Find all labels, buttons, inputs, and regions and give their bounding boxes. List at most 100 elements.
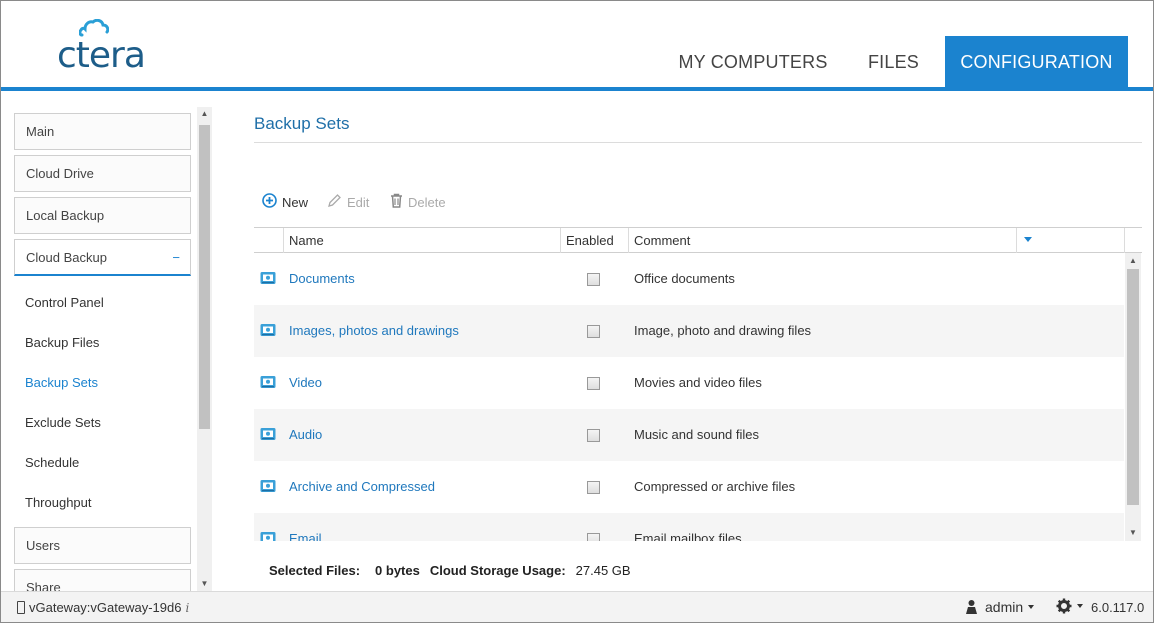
- edit-label: Edit: [347, 194, 370, 210]
- scroll-up-arrow-icon[interactable]: ▲: [197, 107, 212, 121]
- table-row[interactable]: Archive and Compressed Compressed or arch…: [254, 461, 1124, 513]
- cloud-storage-usage-value: 27.45 GB: [575, 563, 631, 578]
- app-window: ctera MY COMPUTERS FILES CONFIGURATION M…: [0, 0, 1154, 623]
- sidebar-item-label: Local Backup: [26, 208, 105, 223]
- ctera-logo: ctera: [53, 17, 163, 77]
- backup-set-comment: Email mailbox files: [634, 531, 742, 541]
- backup-set-comment: Compressed or archive files: [634, 479, 796, 494]
- sidebar-item-cloud-drive[interactable]: Cloud Drive: [14, 155, 191, 192]
- backup-set-icon: [260, 271, 276, 288]
- backup-set-name-link[interactable]: Documents: [289, 271, 355, 286]
- backup-set-icon: [260, 375, 276, 392]
- chevron-down-icon: [1028, 605, 1035, 609]
- scroll-up-arrow-icon[interactable]: ▲: [1125, 254, 1141, 268]
- enabled-checkbox[interactable]: [587, 533, 600, 541]
- enabled-checkbox[interactable]: [587, 429, 600, 442]
- sidebar-item-label: Share: [26, 580, 61, 591]
- sidebar-item-main[interactable]: Main: [14, 113, 191, 150]
- sidebar-subitem-exclude-sets[interactable]: Exclude Sets: [25, 415, 101, 430]
- tab-my-computers[interactable]: MY COMPUTERS: [668, 36, 838, 88]
- sidebar-subitem-schedule[interactable]: Schedule: [25, 455, 79, 470]
- sidebar-subitem-backup-sets[interactable]: Backup Sets: [25, 375, 98, 390]
- cloud-storage-usage-label: Cloud Storage Usage:: [429, 563, 566, 578]
- tab-configuration[interactable]: CONFIGURATION: [945, 36, 1128, 88]
- table-row[interactable]: Video Movies and video files: [254, 357, 1124, 409]
- delete-label: Delete: [408, 194, 446, 210]
- sidebar-item-label: Cloud Backup: [26, 249, 107, 265]
- table-row[interactable]: Audio Music and sound files: [254, 409, 1124, 461]
- backup-set-name-link[interactable]: Images, photos and drawings: [289, 323, 459, 338]
- status-bar: vGateway:vGateway-19d6 i admin 6.0.117.0: [1, 591, 1153, 622]
- new-label: New: [282, 194, 309, 210]
- sidebar-item-label: Cloud Drive: [26, 166, 94, 181]
- page-title: Backup Sets: [254, 114, 350, 133]
- user-icon: [966, 600, 977, 614]
- column-menu-caret-icon[interactable]: [1024, 237, 1032, 242]
- logo-text: ctera: [57, 35, 146, 76]
- username: admin: [985, 599, 1024, 615]
- column-header-enabled[interactable]: Enabled: [560, 228, 628, 253]
- sidebar-subitem-throughput[interactable]: Throughput: [25, 495, 92, 510]
- sidebar-subitem-backup-files[interactable]: Backup Files: [25, 335, 99, 350]
- selected-files-value: 0 bytes: [375, 563, 420, 578]
- enabled-checkbox[interactable]: [587, 325, 600, 338]
- backup-set-icon: [260, 479, 276, 496]
- collapse-icon[interactable]: −: [172, 250, 180, 265]
- device-name: vGateway:vGateway-19d6: [29, 600, 182, 615]
- sidebar-item-local-backup[interactable]: Local Backup: [14, 197, 191, 234]
- table-row[interactable]: Images, photos and drawings Image, photo …: [254, 305, 1124, 357]
- sidebar-item-users[interactable]: Users: [14, 527, 191, 564]
- add-circle-icon: [262, 193, 277, 211]
- gear-icon: [1056, 598, 1072, 614]
- backup-set-name-link[interactable]: Archive and Compressed: [289, 479, 435, 494]
- backup-set-comment: Music and sound files: [634, 427, 760, 442]
- tab-files[interactable]: FILES: [846, 36, 941, 88]
- enabled-checkbox[interactable]: [587, 273, 600, 286]
- backup-set-comment: Image, photo and drawing files: [634, 323, 812, 338]
- backup-set-icon: [260, 427, 276, 444]
- backup-set-name-link[interactable]: Email: [289, 531, 322, 541]
- chevron-down-icon: [1077, 604, 1083, 608]
- sidebar-item-share[interactable]: Share: [14, 569, 191, 591]
- pencil-icon: [327, 193, 342, 211]
- info-icon[interactable]: i: [185, 601, 189, 615]
- device-info: vGateway:vGateway-19d6 i: [17, 600, 189, 615]
- sidebar-scrollbar-thumb[interactable]: [199, 125, 210, 429]
- divider: [254, 142, 1142, 143]
- version-label: 6.0.117.0: [1091, 600, 1145, 615]
- sidebar-item-label: Users: [26, 538, 60, 553]
- grid-body: Documents Office documents Images, photos …: [254, 253, 1124, 541]
- new-button[interactable]: New: [262, 192, 308, 212]
- column-header-name[interactable]: Name: [283, 228, 560, 253]
- settings-menu[interactable]: [1056, 598, 1083, 614]
- backup-sets-grid: Name Enabled Comment Documents Office doc…: [254, 227, 1142, 541]
- grid-scrollbar[interactable]: ▲ ▼: [1125, 253, 1141, 541]
- backup-set-name-link[interactable]: Audio: [289, 427, 322, 442]
- backup-set-comment: Movies and video files: [634, 375, 762, 390]
- delete-button[interactable]: Delete: [390, 192, 446, 212]
- sidebar-item-cloud-backup[interactable]: Cloud Backup −: [14, 239, 191, 276]
- table-row[interactable]: Email Email mailbox files: [254, 513, 1124, 541]
- scroll-down-arrow-icon[interactable]: ▼: [197, 577, 212, 591]
- backup-set-comment: Office documents: [634, 271, 735, 286]
- sidebar-subitem-control-panel[interactable]: Control Panel: [25, 295, 104, 310]
- column-header-comment[interactable]: Comment: [628, 228, 1016, 253]
- table-row[interactable]: Documents Office documents: [254, 253, 1124, 305]
- user-menu[interactable]: admin: [965, 599, 1035, 615]
- sidebar: Main Cloud Drive Local Backup Cloud Back…: [1, 91, 215, 591]
- grid-scrollbar-thumb[interactable]: [1127, 269, 1139, 505]
- device-icon: [17, 601, 25, 614]
- trash-icon: [390, 193, 403, 211]
- header: ctera MY COMPUTERS FILES CONFIGURATION: [1, 1, 1153, 89]
- scroll-down-arrow-icon[interactable]: ▼: [1125, 526, 1141, 540]
- backup-set-icon: [260, 531, 276, 541]
- backup-set-name-link[interactable]: Video: [289, 375, 322, 390]
- enabled-checkbox[interactable]: [587, 377, 600, 390]
- sidebar-item-label: Main: [26, 124, 55, 139]
- selected-files-label: Selected Files:: [269, 563, 361, 578]
- column-menu-button[interactable]: [1016, 228, 1124, 253]
- backup-set-icon: [260, 323, 276, 340]
- selection-summary: Selected Files: 0 bytes Cloud Storage Us…: [269, 563, 631, 578]
- enabled-checkbox[interactable]: [587, 481, 600, 494]
- edit-button[interactable]: Edit: [327, 192, 369, 212]
